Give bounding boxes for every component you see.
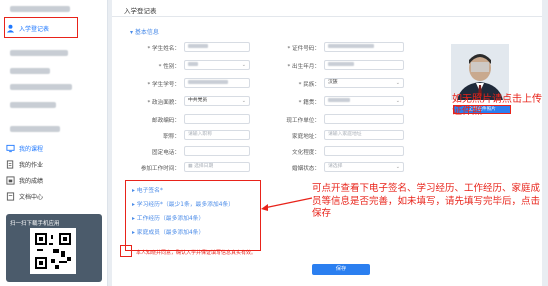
- label-work-time: 参加工作时间：: [140, 166, 180, 172]
- sidebar-blurred-item: [10, 68, 50, 74]
- work-time-field[interactable]: ▦ 选择日期: [184, 162, 250, 172]
- monitor-icon: [6, 144, 15, 153]
- link-hint: （最多添加4条）: [159, 216, 205, 222]
- link-work-history[interactable]: ▸ 工作经历（最多添加4条）: [132, 213, 204, 222]
- address-placeholder: 请输入家庭地址: [328, 132, 362, 137]
- student-no-field[interactable]: [184, 78, 250, 88]
- label-gender: * 性别：: [158, 64, 180, 70]
- employer-field[interactable]: [324, 114, 404, 124]
- screenshot-root: 入学登记表 我的课程 我的作业 我的成绩 文档中心 扫一扫下载手机应用 入学登记…: [0, 0, 548, 286]
- link-label: 电子签名*: [136, 188, 163, 194]
- ethnic-value: 汉族: [328, 80, 338, 85]
- section-title: ▾ 基本信息: [130, 29, 159, 36]
- sidebar-item-documents[interactable]: 文档中心: [6, 188, 43, 204]
- link-e-signature[interactable]: ▸ 电子签名*: [132, 185, 163, 194]
- label-employer: 现工作单位：: [286, 118, 320, 124]
- title-field[interactable]: 请输入职称: [184, 130, 250, 140]
- sidebar-blurred-item: [10, 84, 72, 90]
- ethnic-select[interactable]: 汉族 ⌄: [324, 78, 404, 88]
- qr-title: 扫一扫下载手机应用: [10, 221, 60, 227]
- qr-code-image: [30, 228, 76, 274]
- sidebar-blurred-item: [10, 50, 68, 56]
- label-id-no: * 证件号码：: [287, 46, 320, 52]
- postcode-field[interactable]: [184, 114, 250, 124]
- address-field[interactable]: 请输入家庭地址: [324, 130, 404, 140]
- document-icon: [6, 191, 15, 201]
- sidebar-item-label: 我的成绩: [19, 177, 44, 185]
- main-panel: 入学登记表 ▾ 基本信息 * 学生姓名： * 性别： ⌄ * 学生学号： * 政…: [112, 0, 542, 286]
- label-education: 文化程度：: [292, 150, 320, 156]
- annotation-photo-note: 如无照片请点击上传证件照: [452, 94, 542, 117]
- annotation-arrow: [261, 197, 313, 211]
- label-birth: * 出生年月：: [287, 64, 320, 70]
- grades-icon: [6, 175, 15, 185]
- marital-select[interactable]: 请选择 ⌄: [324, 162, 404, 172]
- highlight-box-sidebar: [4, 17, 78, 38]
- agree-text: 本人知晓并同意，确认入学并保证填写信息真实有效。: [136, 250, 257, 256]
- native-select[interactable]: ⌄: [324, 96, 404, 106]
- sidebar-blurred-item: [10, 6, 70, 12]
- sidebar-item-grades[interactable]: 我的成绩: [6, 172, 43, 188]
- annotation-info-note: 可点开查看下电子签名、学习经历、工作经历、家庭成员等信息是否完善，如未填写，请先…: [312, 183, 541, 219]
- work-time-placeholder: 选择日期: [194, 164, 214, 169]
- sidebar-item-label: 文档中心: [19, 193, 44, 201]
- gender-select[interactable]: ⌄: [184, 60, 250, 70]
- birth-field[interactable]: [324, 60, 404, 70]
- sidebar-item-courses[interactable]: 我的课程: [6, 140, 43, 156]
- link-study-history[interactable]: ▸ 学习经历*（最少1条，最多添加4条）: [132, 199, 234, 208]
- marital-placeholder: 请选择: [328, 164, 343, 169]
- label-title: 职称：: [163, 134, 180, 140]
- political-select[interactable]: 中共党员 ⌄: [184, 96, 250, 106]
- link-label: 家庭成员: [136, 230, 160, 236]
- save-button[interactable]: 保存: [312, 264, 370, 275]
- sidebar-blurred-item: [10, 102, 56, 108]
- id-no-field[interactable]: [324, 42, 404, 52]
- link-hint: （最多添加4条）: [159, 230, 205, 236]
- political-value: 中共党员: [188, 98, 208, 103]
- name-field[interactable]: [184, 42, 250, 52]
- sidebar-item-label: 我的课程: [19, 145, 44, 153]
- label-address: 家庭地址：: [292, 134, 320, 140]
- id-photo: [451, 44, 509, 100]
- label-ethnic: * 民族：: [298, 82, 320, 88]
- education-field[interactable]: [324, 146, 404, 156]
- sidebar: 入学登记表 我的课程 我的作业 我的成绩 文档中心 扫一扫下载手机应用: [0, 0, 108, 286]
- link-hint: （最少1条，最多添加4条）: [162, 202, 235, 208]
- sidebar-item-homework[interactable]: 我的作业: [6, 156, 43, 172]
- label-student-no: * 学生学号：: [147, 82, 180, 88]
- edit-icon: [6, 159, 15, 169]
- link-family-members[interactable]: ▸ 家庭成员（最多添加4条）: [132, 227, 204, 236]
- title-placeholder: 请输入职称: [188, 132, 212, 137]
- label-phone: 固定电话：: [152, 150, 180, 156]
- app-download-panel: 扫一扫下载手机应用: [6, 214, 102, 282]
- divider: [112, 16, 542, 17]
- link-label: 学习经历*: [136, 202, 163, 208]
- sidebar-blurred-item: [10, 126, 60, 132]
- label-postcode: 邮政编码：: [152, 118, 180, 124]
- sidebar-item-label: 我的作业: [19, 161, 44, 169]
- label-native: * 籍贯：: [298, 100, 320, 106]
- agree-checkbox[interactable]: [120, 245, 132, 257]
- page-title: 入学登记表: [124, 7, 157, 15]
- label-name: * 学生姓名：: [147, 46, 180, 52]
- link-label: 工作经历: [136, 216, 160, 222]
- section-title-text: 基本信息: [134, 29, 159, 36]
- label-marital: 婚姻状态：: [292, 166, 320, 172]
- label-political: * 政治面貌：: [147, 100, 180, 106]
- phone-field[interactable]: [184, 146, 250, 156]
